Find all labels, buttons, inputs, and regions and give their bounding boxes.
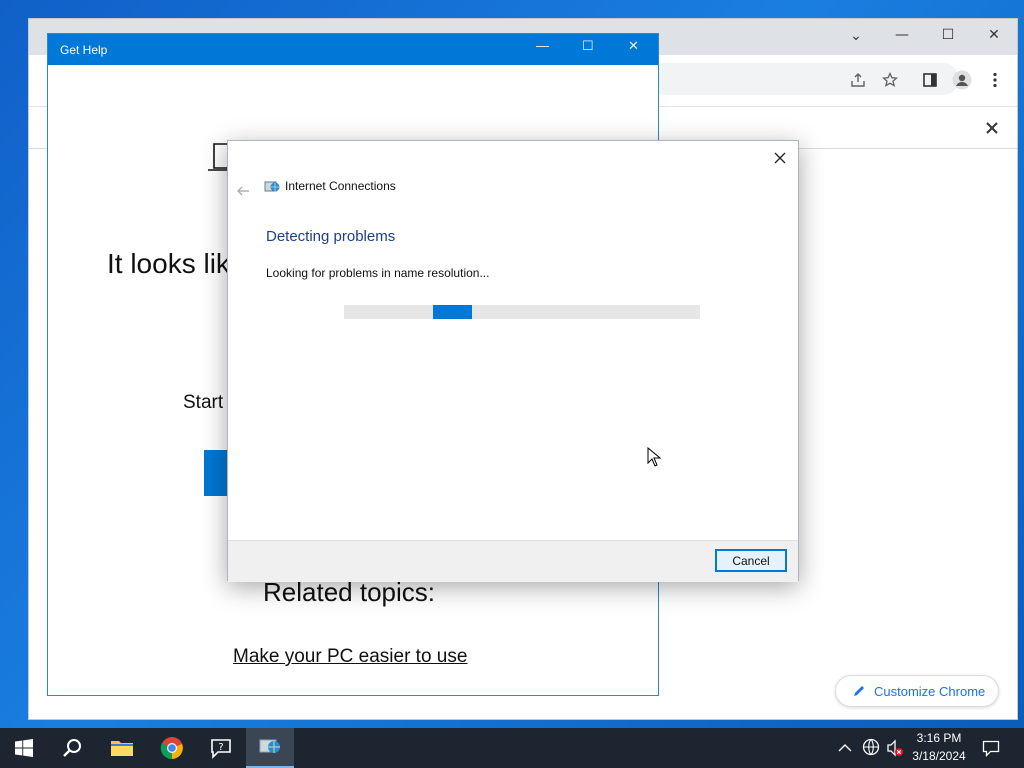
address-bar[interactable] [649,63,959,95]
notifications-icon[interactable] [982,739,1000,762]
clock-time[interactable]: 3:16 PM [910,731,968,745]
clock-date[interactable]: 3/18/2024 [906,749,972,763]
close-infobar-icon[interactable] [981,117,1003,139]
get-help-start-text: Start [183,392,224,413]
internet-connections-icon [264,179,280,198]
progress-bar [344,305,700,319]
customize-chrome-label: Customize Chrome [874,683,986,699]
share-icon[interactable] [847,69,869,91]
minimize-icon[interactable]: — [536,38,549,53]
dialog-heading: Detecting problems [266,228,396,245]
related-topic-link[interactable]: Make your PC easier to use [233,646,467,668]
troubleshooter-dialog: Internet Connections Detecting problems … [227,140,799,582]
maximize-icon[interactable]: ☐ [582,38,594,54]
chevron-up-icon[interactable] [838,740,852,758]
start-icon[interactable] [0,728,48,768]
pencil-icon [854,686,864,696]
mouse-cursor [647,446,662,471]
dialog-title: Internet Connections [285,179,396,193]
get-help-icon[interactable]: ? [197,728,245,768]
minimize-icon[interactable]: — [887,24,917,46]
progress-indicator [433,305,472,319]
close-icon[interactable] [774,149,786,168]
get-help-headline: It looks lik [107,248,230,279]
close-icon[interactable]: ✕ [628,38,639,54]
troubleshooter-icon[interactable] [246,728,294,768]
chevron-down-icon[interactable]: ⌄ [841,25,871,47]
network-icon[interactable] [862,738,880,761]
taskbar: ? 3:16 PM 3/18/2024 [0,728,1024,768]
dialog-footer [228,540,798,582]
cancel-button[interactable]: Cancel [715,549,787,572]
volume-muted-icon[interactable] [886,739,904,762]
get-help-titlebar: Get Help — ☐ ✕ [48,34,658,65]
chrome-icon[interactable] [148,728,196,768]
star-icon[interactable] [879,69,901,91]
dialog-status-text: Looking for problems in name resolution.… [266,266,490,280]
side-panel-icon[interactable] [919,69,941,91]
profile-icon[interactable] [951,69,973,91]
more-icon[interactable] [984,69,1006,91]
svg-text:?: ? [218,742,223,753]
file-explorer-icon[interactable] [98,728,146,768]
back-arrow-icon[interactable] [236,181,250,200]
search-icon[interactable] [48,728,96,768]
get-help-title: Get Help [60,42,108,57]
close-icon[interactable]: ✕ [979,24,1009,46]
customize-chrome-button[interactable]: Customize Chrome [835,675,999,707]
maximize-icon[interactable]: ☐ [933,24,963,46]
